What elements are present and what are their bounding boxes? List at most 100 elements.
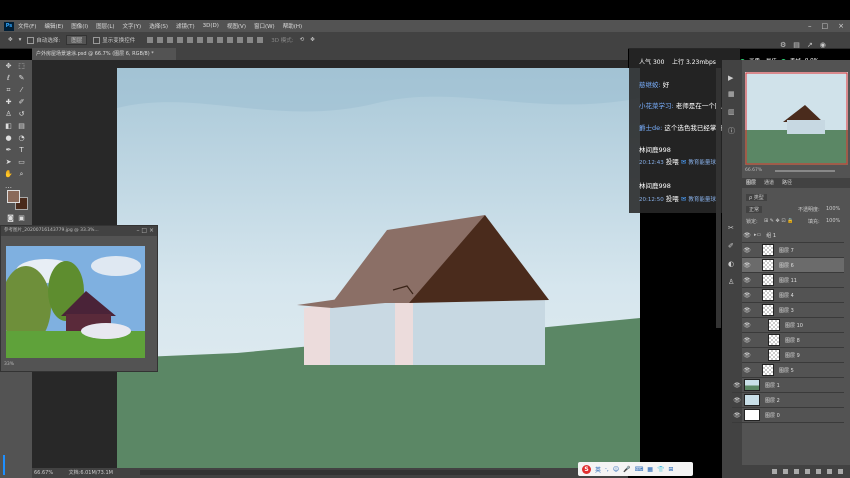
visibility-eye-icon[interactable]: 👁 bbox=[732, 397, 742, 404]
layer-row[interactable]: 👁 图层 5 bbox=[742, 363, 844, 378]
align-left-icon[interactable] bbox=[177, 37, 184, 43]
align-hcenter-icon[interactable] bbox=[187, 37, 194, 43]
layer-row[interactable]: 👁 图层 7 bbox=[742, 243, 844, 258]
tab-channels[interactable]: 通道 bbox=[764, 178, 774, 188]
visibility-eye-icon[interactable]: 👁 bbox=[742, 277, 752, 284]
show-transform-checkbox[interactable] bbox=[93, 36, 101, 44]
brush-panel-icon[interactable]: ✐ bbox=[728, 242, 734, 250]
marquee-tool-icon[interactable]: ⬚ bbox=[17, 62, 26, 71]
mask-icon[interactable] bbox=[794, 469, 799, 474]
type-tool-icon[interactable]: T bbox=[17, 146, 26, 155]
3d-pan-icon[interactable]: ✥ bbox=[310, 37, 315, 43]
hand-tool-icon[interactable]: ✋ bbox=[4, 170, 13, 179]
align-vcenter-icon[interactable] bbox=[157, 37, 164, 43]
reference-image-window[interactable]: 参考图片_20200716143779.jpg @ 33.3%... – □ ×… bbox=[0, 225, 158, 372]
path-select-tool-icon[interactable]: ➤ bbox=[4, 158, 13, 167]
menu-file[interactable]: 文件(F) bbox=[18, 22, 36, 30]
menu-select[interactable]: 选择(S) bbox=[149, 22, 168, 30]
distribute-bottom-icon[interactable] bbox=[227, 37, 234, 43]
navigator-thumbnail[interactable] bbox=[745, 72, 848, 165]
auto-select-checkbox[interactable] bbox=[27, 36, 35, 44]
menu-3d[interactable]: 3D(D) bbox=[203, 23, 219, 29]
fill-value[interactable]: 100% bbox=[826, 218, 840, 224]
minimize-icon[interactable]: – bbox=[136, 227, 139, 234]
layer-filter-dropdown[interactable]: ρ 类型 bbox=[746, 194, 767, 201]
menu-image[interactable]: 图像(I) bbox=[71, 22, 88, 30]
distribute-hcenter-icon[interactable] bbox=[247, 37, 254, 43]
visibility-eye-icon[interactable]: 👁 bbox=[742, 307, 752, 314]
visibility-eye-icon[interactable]: 👁 bbox=[742, 247, 752, 254]
visibility-eye-icon[interactable]: 👁 bbox=[732, 412, 742, 419]
menu-layer[interactable]: 图层(L) bbox=[96, 22, 114, 30]
dodge-tool-icon[interactable]: ◔ bbox=[17, 134, 26, 143]
link-layers-icon[interactable] bbox=[772, 469, 777, 474]
canvas[interactable] bbox=[117, 68, 640, 468]
punctuation-icon[interactable]: ·, bbox=[605, 466, 609, 473]
tab-layers[interactable]: 图层 bbox=[746, 178, 756, 188]
foreground-color-swatch[interactable] bbox=[7, 190, 20, 203]
align-top-icon[interactable] bbox=[147, 37, 154, 43]
visibility-eye-icon[interactable]: 👁 bbox=[732, 382, 742, 389]
crop-tool-icon[interactable]: ⌗ bbox=[4, 86, 13, 95]
stamp-tool-icon[interactable]: ♙ bbox=[4, 110, 13, 119]
visibility-eye-icon[interactable]: 👁 bbox=[742, 262, 752, 269]
layer-row-clipped[interactable]: 👁 图层 9 bbox=[742, 348, 844, 363]
auto-select-dropdown[interactable]: 图层 bbox=[66, 35, 88, 45]
pen-tool-icon[interactable]: ✒ bbox=[4, 146, 13, 155]
align-right-icon[interactable] bbox=[197, 37, 204, 43]
gradient-tool-icon[interactable]: ▤ bbox=[17, 122, 26, 131]
layer-row[interactable]: 👁 图层 1 bbox=[732, 378, 844, 393]
voice-icon[interactable]: 🎤 bbox=[623, 466, 630, 473]
adjustment-icon[interactable] bbox=[805, 469, 810, 474]
menu-filter[interactable]: 滤镜(T) bbox=[176, 22, 195, 30]
list-icon[interactable]: ▤ bbox=[793, 41, 800, 49]
lock-icons[interactable]: ⊞ ✎ ✥ ⊡ 🔒 bbox=[764, 218, 793, 224]
eraser-tool-icon[interactable]: ◧ bbox=[4, 122, 13, 131]
tool-preset-chevron-icon[interactable]: ▾ bbox=[19, 37, 22, 43]
more-icon[interactable]: ⊞ bbox=[668, 466, 673, 473]
move-tool-icon[interactable]: ✥ bbox=[4, 62, 13, 71]
blur-tool-icon[interactable]: ● bbox=[4, 134, 13, 143]
minimize-icon[interactable]: – bbox=[808, 22, 812, 30]
shape-tool-icon[interactable]: ▭ bbox=[17, 158, 26, 167]
menu-view[interactable]: 视图(V) bbox=[227, 22, 246, 30]
quick-mask-icon[interactable]: ◙ bbox=[6, 214, 15, 223]
visibility-eye-icon[interactable]: 👁 bbox=[742, 367, 752, 374]
vertical-scrollbar[interactable] bbox=[716, 68, 721, 328]
tools-icon[interactable]: ✂ bbox=[728, 224, 734, 232]
maximize-icon[interactable]: □ bbox=[141, 227, 147, 234]
layer-row[interactable]: 👁 图层 4 bbox=[742, 288, 844, 303]
menu-help[interactable]: 帮助(H) bbox=[283, 22, 302, 30]
camera-icon[interactable]: ◉ bbox=[820, 41, 826, 49]
info-icon[interactable]: ⓘ bbox=[728, 126, 735, 136]
visibility-eye-icon[interactable]: 👁 bbox=[742, 322, 752, 329]
distribute-top-icon[interactable] bbox=[207, 37, 214, 43]
skin-icon[interactable]: 👕 bbox=[657, 466, 664, 473]
3d-rotate-icon[interactable]: ⟲ bbox=[300, 37, 305, 43]
maximize-icon[interactable]: □ bbox=[822, 22, 829, 30]
opacity-value[interactable]: 100% bbox=[826, 206, 840, 212]
zoom-tool-icon[interactable]: ⌕ bbox=[17, 170, 26, 179]
quick-select-tool-icon[interactable]: ✎ bbox=[17, 74, 26, 83]
sogou-logo-icon[interactable]: S bbox=[582, 464, 591, 474]
layer-row-selected[interactable]: 👁 图层 6 bbox=[742, 258, 844, 273]
settings-icon[interactable]: ⚙ bbox=[780, 41, 786, 49]
visibility-eye-icon[interactable]: 👁 bbox=[742, 232, 752, 239]
emoji-icon[interactable]: ☺ bbox=[613, 466, 619, 473]
keyboard-icon[interactable]: ⌨ bbox=[635, 466, 644, 473]
layer-row-group[interactable]: 👁 ▸▭ 组 1 bbox=[742, 228, 844, 243]
toolbox-icon[interactable]: ▦ bbox=[647, 466, 653, 473]
document-tab[interactable]: 户外房屋场景速涂.psd @ 66.7% (图层 6, RGB/8) * bbox=[32, 48, 176, 60]
status-zoom[interactable]: 66.67% bbox=[34, 470, 53, 476]
layer-row[interactable]: 👁 图层 2 bbox=[732, 393, 844, 408]
distribute-vcenter-icon[interactable] bbox=[217, 37, 224, 43]
brush-tool-icon[interactable]: ✐ bbox=[17, 98, 26, 107]
menu-edit[interactable]: 编辑(E) bbox=[44, 22, 63, 30]
distribute-left-icon[interactable] bbox=[237, 37, 244, 43]
align-bottom-icon[interactable] bbox=[167, 37, 174, 43]
menu-window[interactable]: 窗口(W) bbox=[254, 22, 275, 30]
layer-row[interactable]: 👁 图层 11 bbox=[742, 273, 844, 288]
navigator-zoom-slider[interactable] bbox=[775, 170, 835, 172]
distribute-right-icon[interactable] bbox=[257, 37, 264, 43]
eyedropper-tool-icon[interactable]: ⁄ bbox=[17, 86, 26, 95]
